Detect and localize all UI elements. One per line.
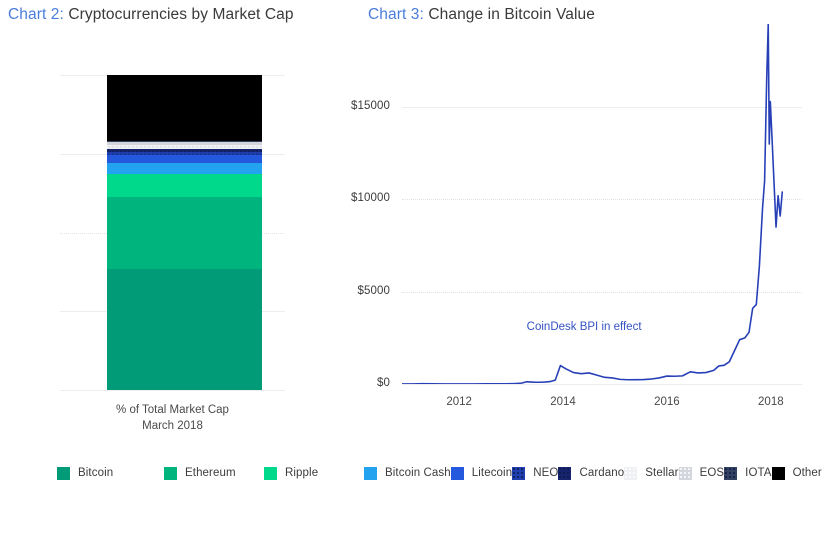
legend-item-ripple[interactable]: Ripple — [264, 463, 364, 483]
legend-item-label: EOS — [699, 467, 725, 479]
chart3-x-tick-label: 2014 — [550, 396, 576, 408]
chart2-gridline — [60, 390, 285, 391]
chart3-title-text: Change in Bitcoin Value — [423, 6, 595, 23]
legend-item-label: Ripple — [285, 467, 319, 479]
chart3-line-chart: $15000 $10000 $5000 $0 2012 2014 2016 2018 Coi… — [340, 24, 822, 438]
chart2-bar-segment-ethereum — [107, 196, 262, 269]
legend-swatch-icon — [364, 466, 377, 480]
legend-item-label: Ethereum — [185, 467, 236, 479]
legend-item-litecoin[interactable]: Litecoin — [450, 463, 513, 483]
chart3-x-tick-label: 2016 — [654, 396, 680, 408]
legend-swatch-icon — [771, 466, 785, 480]
legend-item-iota[interactable]: IOTA — [724, 463, 771, 483]
chart-page: Chart 2: Cryptocurrencies by Market Cap … — [0, 0, 822, 555]
chart2-bar-segment-ripple — [107, 173, 262, 197]
chart2-x-axis-label-line1: % of Total Market Cap — [116, 404, 229, 416]
legend-swatch-icon — [264, 466, 277, 480]
chart3-x-tick-label: 2012 — [446, 396, 472, 408]
chart2-legend: Bitcoin Ethereum Ripple Bitcoin Cash Litecoi… — [57, 463, 822, 483]
chart3-y-tick-label: $15000 — [351, 100, 390, 113]
chart2-x-axis-label: % of Total Market Cap March 2018 — [60, 402, 285, 434]
legend-swatch-icon — [724, 466, 738, 480]
legend-item-label: Other — [792, 467, 822, 479]
legend-item-label: NEO — [533, 467, 559, 479]
legend-item-label: IOTA — [745, 467, 772, 479]
chart2-title-text: Cryptocurrencies by Market Cap — [63, 6, 294, 23]
legend-swatch-icon — [678, 466, 692, 480]
legend-item-ethereum[interactable]: Ethereum — [164, 463, 264, 483]
legend-item-cardano[interactable]: Cardano — [558, 463, 624, 483]
legend-item-bitcoin[interactable]: Bitcoin — [57, 463, 164, 483]
legend-swatch-icon — [558, 466, 572, 480]
chart3-y-tick-label: $5000 — [357, 284, 390, 297]
legend-item-label: Litecoin — [471, 467, 513, 479]
chart2-bar-segment-bitcoin — [107, 268, 262, 390]
legend-swatch-icon — [512, 466, 526, 480]
chart2-bar-segment-litecoin — [107, 154, 262, 163]
chart2-x-axis-label-line2: March 2018 — [142, 420, 203, 432]
chart3-title-label: Chart 3: — [368, 6, 424, 23]
chart3-y-tick-label: $0 — [377, 377, 390, 389]
legend-swatch-icon — [164, 466, 177, 480]
chart2-title: Chart 2: Cryptocurrencies by Market Cap — [8, 6, 294, 24]
chart2-bar-segment-bitcoin-cash — [107, 162, 262, 174]
legend-item-stellar[interactable]: Stellar — [624, 463, 678, 483]
legend-item-other[interactable]: Other — [771, 463, 822, 483]
chart3-plot-area: $15000 $10000 $5000 $0 2012 2014 2016 2018 Coi… — [351, 24, 802, 408]
legend-item-label: Bitcoin — [78, 467, 114, 479]
chart2-bar-segment-other — [107, 75, 262, 141]
chart2-plot-area: 100.0%75.0%50.0%25.0%0.0% — [60, 75, 285, 391]
chart3-gridline — [402, 384, 802, 385]
legend-item-label: Cardano — [579, 467, 625, 479]
chart2-bar — [107, 75, 262, 390]
legend-swatch-icon — [624, 466, 638, 480]
legend-item-eos[interactable]: EOS — [678, 463, 725, 483]
legend-item-label: Stellar — [645, 467, 679, 479]
legend-item-neo[interactable]: NEO — [512, 463, 558, 483]
legend-item-label: Bitcoin Cash — [385, 467, 451, 479]
chart3-annotation: CoinDesk BPI in effect — [526, 320, 642, 333]
chart3-y-tick-label: $10000 — [351, 192, 390, 205]
chart3-title: Chart 3: Change in Bitcoin Value — [368, 6, 595, 24]
chart2-title-label: Chart 2: — [8, 6, 64, 23]
chart3-x-tick-label: 2018 — [758, 396, 784, 408]
legend-item-bitcoin-cash[interactable]: Bitcoin Cash — [364, 463, 451, 483]
legend-swatch-icon — [450, 466, 464, 480]
chart2-stacked-bar: 100.0%75.0%50.0%25.0%0.0% % of Total Mar… — [0, 38, 340, 438]
legend-swatch-icon — [57, 466, 70, 480]
